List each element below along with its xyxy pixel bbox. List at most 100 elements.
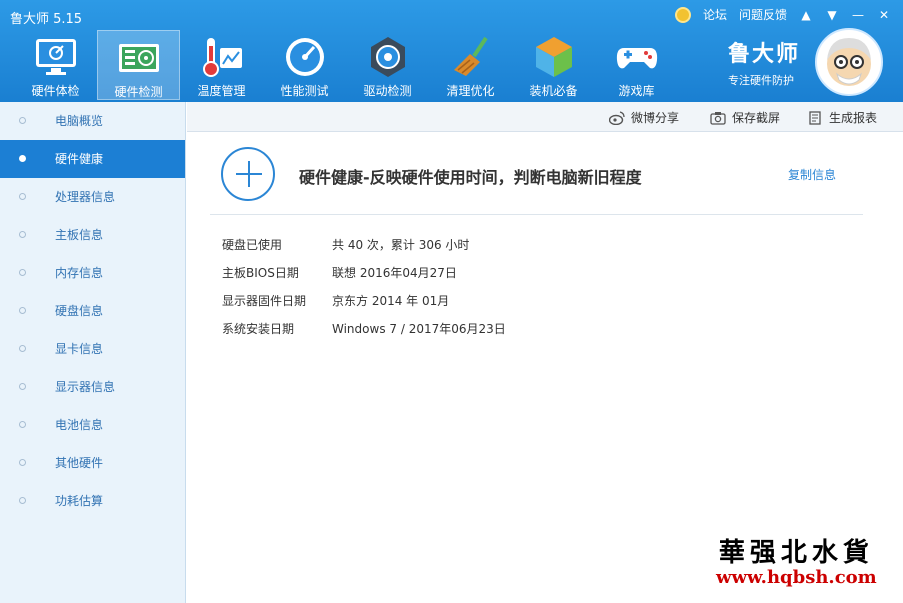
copy-info-link[interactable]: 复制信息 — [788, 166, 836, 183]
nav-item-hardware-checkup[interactable]: 硬件体检 — [14, 30, 97, 100]
page-title: 硬件健康-反映硬件使用时间，判断电脑新旧程度 — [299, 168, 642, 187]
forum-link[interactable]: 论坛 — [703, 6, 727, 23]
sidebar-item-motherboard[interactable]: 主板信息 — [0, 216, 185, 254]
generate-report-label: 生成报表 — [829, 111, 878, 125]
bullet-icon — [19, 459, 26, 466]
hardware-health-table: 硬盘已使用 共 40 次，累计 306 小时 主板BIOS日期 联想 2016年04… — [222, 230, 506, 342]
menu-icon[interactable]: ▼ — [825, 8, 839, 22]
window-controls: 论坛 问题反馈 ▲ ▼ — ✕ — [674, 6, 891, 23]
sidebar-item-label: 硬件健康 — [55, 152, 104, 166]
sidebar-item-label: 功耗估算 — [55, 494, 104, 508]
camera-icon — [710, 111, 726, 125]
watermark: 華强北水貨 www.hqbsh.com — [716, 532, 877, 588]
info-key: 硬盘已使用 — [222, 237, 283, 252]
title-bar: 鲁大师 5.15 论坛 问题反馈 ▲ ▼ — ✕ 硬件体检 硬件检测 温度管理 … — [0, 0, 903, 102]
nav-item-temperature[interactable]: 温度管理 — [180, 30, 263, 100]
brand: 鲁大师 专注硬件防护 — [728, 36, 800, 88]
bullet-icon — [19, 345, 26, 352]
gear-icon — [370, 37, 405, 77]
bullet-icon — [19, 231, 26, 238]
info-value: 共 40 次，累计 306 小时 — [332, 237, 470, 252]
brand-slogan: 专注硬件防护 — [728, 74, 794, 87]
table-row: 显示器固件日期 京东方 2014 年 01月 — [222, 286, 506, 314]
nav-item-hardware-detection[interactable]: 硬件检测 — [97, 30, 180, 100]
watermark-url: www.hqbsh.com — [716, 567, 877, 588]
bullet-icon — [19, 307, 26, 314]
sidebar-item-label: 电池信息 — [55, 418, 104, 432]
info-key: 主板BIOS日期 — [222, 265, 299, 280]
cube-icon — [535, 37, 572, 77]
sidebar-item-label: 主板信息 — [55, 228, 104, 242]
sidebar-item-display[interactable]: 显示器信息 — [0, 368, 185, 406]
bullet-icon — [19, 155, 26, 162]
nav-label: 装机必备 — [529, 84, 578, 98]
brand-name: 鲁大师 — [728, 42, 801, 67]
nav-item-cleanup[interactable]: 清理优化 — [429, 30, 512, 100]
nav-item-driver[interactable]: 驱动检测 — [346, 30, 429, 100]
save-screenshot-label: 保存截屏 — [732, 111, 781, 125]
info-value: Windows 7 / 2017年06月23日 — [332, 321, 506, 336]
info-key: 显示器固件日期 — [222, 293, 307, 308]
bullet-icon — [19, 117, 26, 124]
sidebar-item-hardware-health[interactable]: 硬件健康 — [0, 140, 185, 178]
nav-label: 驱动检测 — [363, 84, 412, 98]
skin-icon[interactable]: ▲ — [799, 8, 813, 22]
circuit-board-icon — [118, 44, 159, 72]
sidebar-item-label: 硬盘信息 — [55, 304, 104, 318]
nav-label: 性能测试 — [280, 84, 329, 98]
sidebar-item-label: 显示器信息 — [55, 380, 116, 394]
generate-report-button[interactable]: 生成报表 — [807, 109, 877, 126]
info-value: 联想 2016年04月27日 — [332, 265, 457, 280]
speedometer-icon — [285, 38, 324, 76]
nav-item-games[interactable]: 游戏库 — [595, 30, 678, 100]
app-title: 鲁大师 5.15 — [10, 12, 83, 27]
sidebar-item-disk[interactable]: 硬盘信息 — [0, 292, 185, 330]
toolbar: 微博分享 保存截屏 生成报表 — [187, 102, 903, 132]
broom-icon — [453, 36, 488, 76]
sidebar-item-label: 处理器信息 — [55, 190, 116, 204]
sidebar-item-memory[interactable]: 内存信息 — [0, 254, 185, 292]
sidebar-item-battery[interactable]: 电池信息 — [0, 406, 185, 444]
watermark-title: 華强北水貨 — [718, 538, 874, 568]
info-key: 系统安装日期 — [222, 321, 295, 336]
nav-item-performance[interactable]: 性能测试 — [263, 30, 346, 100]
table-row: 主板BIOS日期 联想 2016年04月27日 — [222, 258, 506, 286]
save-screenshot-button[interactable]: 保存截屏 — [710, 109, 780, 126]
report-icon — [809, 110, 821, 125]
sidebar-item-cpu[interactable]: 处理器信息 — [0, 178, 185, 216]
medal-icon[interactable] — [674, 6, 691, 23]
mascot-icon — [827, 38, 871, 86]
divider — [210, 214, 863, 215]
minimize-button[interactable]: — — [851, 8, 865, 22]
bullet-icon — [19, 421, 26, 428]
nav-item-essentials[interactable]: 装机必备 — [512, 30, 595, 100]
sidebar-item-label: 内存信息 — [55, 266, 104, 280]
avatar[interactable] — [815, 28, 883, 96]
sidebar-item-label: 显卡信息 — [55, 342, 104, 356]
bullet-icon — [19, 269, 26, 276]
sidebar-item-label: 电脑概览 — [55, 114, 104, 128]
sidebar-item-label: 其他硬件 — [55, 456, 104, 470]
plus-icon — [221, 147, 275, 201]
close-button[interactable]: ✕ — [877, 8, 891, 22]
sidebar-item-gpu[interactable]: 显卡信息 — [0, 330, 185, 368]
weibo-share-button[interactable]: 微博分享 — [609, 109, 679, 126]
main-nav: 硬件体检 硬件检测 温度管理 性能测试 驱动检测 清理优化 装机必备 游戏库 — [14, 30, 678, 100]
weibo-icon — [609, 110, 625, 125]
table-row: 硬盘已使用 共 40 次，累计 306 小时 — [222, 230, 506, 258]
nav-label: 硬件检测 — [114, 85, 163, 99]
nav-label: 温度管理 — [197, 84, 246, 98]
gamepad-icon — [616, 48, 657, 69]
nav-label: 清理优化 — [446, 84, 495, 98]
sidebar-item-power-estimate[interactable]: 功耗估算 — [0, 482, 185, 520]
bullet-icon — [19, 383, 26, 390]
nav-label: 硬件体检 — [31, 84, 80, 98]
nav-label: 游戏库 — [618, 84, 655, 98]
sidebar-item-other-hardware[interactable]: 其他硬件 — [0, 444, 185, 482]
feedback-link[interactable]: 问题反馈 — [739, 6, 787, 23]
sidebar-item-overview[interactable]: 电脑概览 — [0, 102, 185, 140]
info-value: 京东方 2014 年 01月 — [332, 293, 450, 308]
thermometer-icon — [202, 38, 242, 77]
table-row: 系统安装日期 Windows 7 / 2017年06月23日 — [222, 314, 506, 342]
bullet-icon — [19, 193, 26, 200]
